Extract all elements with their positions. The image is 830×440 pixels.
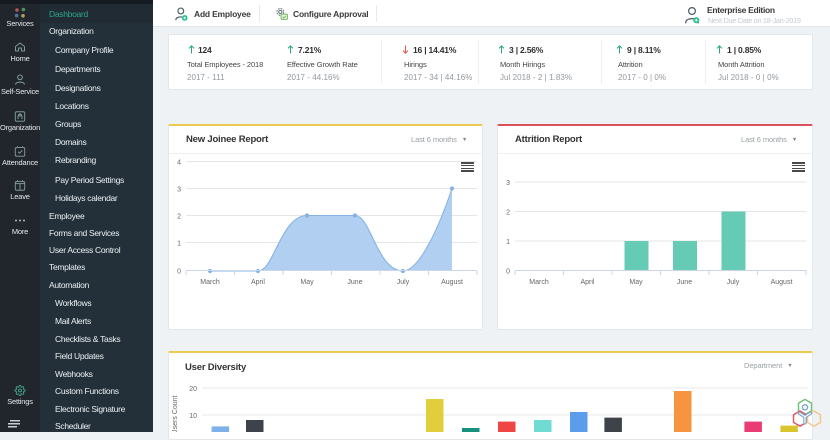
svg-text:3: 3 xyxy=(506,180,510,187)
svg-text:March: March xyxy=(200,279,220,286)
svg-text:June: June xyxy=(677,279,692,286)
svg-text:May: May xyxy=(300,279,314,286)
svg-text:July: July xyxy=(727,279,740,286)
svg-text:3: 3 xyxy=(177,187,181,194)
svg-text:April: April xyxy=(580,279,594,286)
svg-text:March: March xyxy=(529,279,549,286)
svg-text:Users Count: Users Count xyxy=(172,395,179,432)
svg-text:May: May xyxy=(629,279,643,286)
svg-text:July: July xyxy=(397,279,410,286)
svg-text:4: 4 xyxy=(177,160,181,167)
svg-text:1: 1 xyxy=(506,239,510,246)
svg-text:1: 1 xyxy=(177,241,181,248)
svg-text:10: 10 xyxy=(189,413,197,420)
svg-text:April: April xyxy=(251,279,265,286)
svg-text:August: August xyxy=(771,279,793,286)
svg-text:June: June xyxy=(347,279,362,286)
svg-text:20: 20 xyxy=(189,386,197,393)
svg-text:2: 2 xyxy=(506,210,510,217)
svg-text:0: 0 xyxy=(506,269,510,276)
svg-text:August: August xyxy=(441,279,463,286)
svg-text:2: 2 xyxy=(177,214,181,221)
svg-text:0: 0 xyxy=(177,269,181,276)
